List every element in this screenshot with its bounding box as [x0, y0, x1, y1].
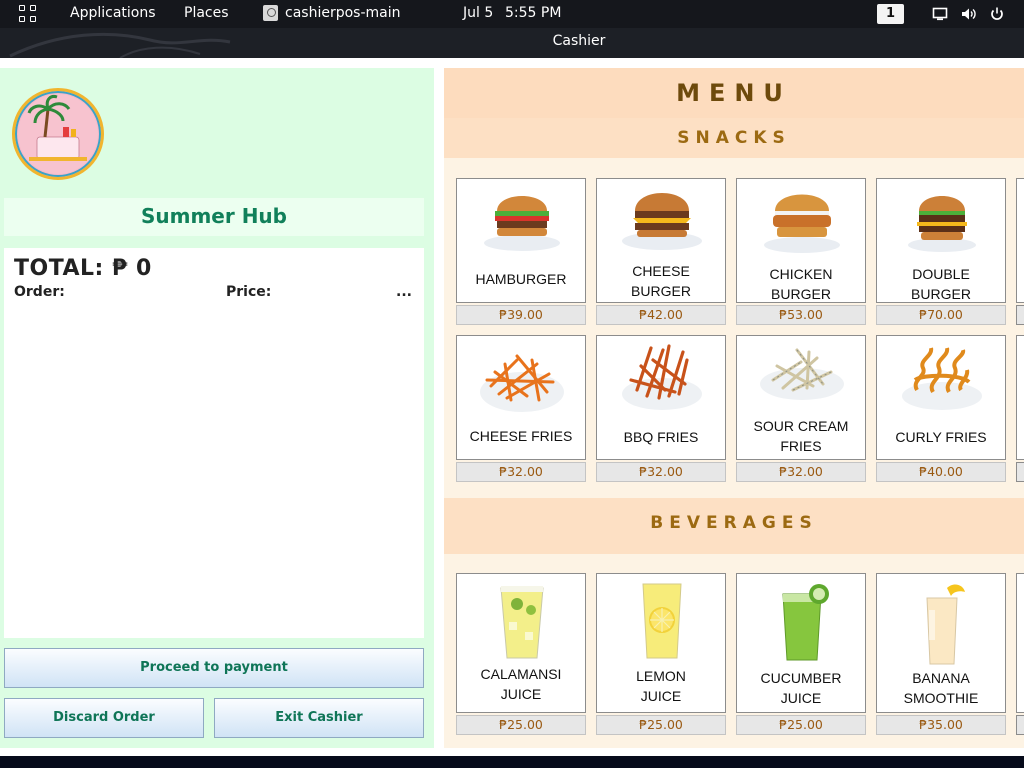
- volume-icon[interactable]: [961, 6, 977, 22]
- item-price: ₱53.00: [736, 305, 866, 325]
- menu-item-sour-cream-fries[interactable]: SOUR CREAM FRIES: [736, 335, 866, 460]
- item-name: SOUR CREAM FRIES: [753, 418, 849, 454]
- item-name: CHICKEN BURGER: [769, 266, 833, 302]
- item-name: CALAMANSI JUICE: [480, 666, 562, 702]
- sour-cream-fries-image-icon: [760, 348, 844, 400]
- item-name: CHEESE BURGER: [631, 263, 691, 299]
- menu-item-partial[interactable]: [1016, 178, 1024, 303]
- order-receipt: TOTAL: ₱ 0 Order: Price: ...: [4, 248, 424, 638]
- price-column-header: Price:: [226, 284, 272, 300]
- cashier-window: Summer Hub TOTAL: ₱ 0 Order: Price: ... …: [0, 58, 1024, 756]
- curly-fries-image-icon: [902, 347, 982, 410]
- calamansi-juice-image-icon: [500, 586, 544, 659]
- item-price: ₱70.00: [876, 305, 1006, 325]
- item-price: ₱39.00: [456, 305, 586, 325]
- menu-item-double-burger[interactable]: DOUBLE BURGER: [876, 178, 1006, 303]
- order-panel: Summer Hub TOTAL: ₱ 0 Order: Price: ... …: [0, 68, 434, 748]
- item-price: ₱40.00: [876, 462, 1006, 482]
- menu-item-partial[interactable]: [1016, 573, 1024, 713]
- item-price: ₱25.00: [456, 715, 586, 735]
- summer-hub-logo: [12, 88, 104, 180]
- hamburger-image-icon: [484, 196, 560, 251]
- order-total: TOTAL: ₱ 0: [14, 256, 152, 281]
- item-price: ₱25.00: [596, 715, 726, 735]
- item-name: CUCUMBER JUICE: [760, 670, 842, 706]
- places-menu[interactable]: Places: [184, 5, 229, 21]
- cheese-burger-image-icon: [622, 193, 702, 250]
- menu-item-bbq-fries[interactable]: BBQ FRIES: [596, 335, 726, 460]
- power-icon[interactable]: [989, 6, 1005, 22]
- clock-date[interactable]: Jul 5: [463, 5, 493, 21]
- proceed-to-payment-button[interactable]: Proceed to payment: [4, 648, 424, 688]
- item-price-partial: [1016, 462, 1024, 482]
- item-price: ₱42.00: [596, 305, 726, 325]
- item-price: ₱32.00: [456, 462, 586, 482]
- active-app-name[interactable]: cashierpos-main: [285, 5, 400, 21]
- order-column-header: Order:: [14, 284, 65, 300]
- item-price-partial: [1016, 305, 1024, 325]
- item-price-partial: [1016, 715, 1024, 735]
- menu-item-chicken-burger[interactable]: CHICKEN BURGER: [736, 178, 866, 303]
- bbq-fries-image-icon: [622, 344, 702, 410]
- item-name: CURLY FRIES: [895, 429, 987, 445]
- item-name: BANANA SMOOTHIE: [903, 670, 979, 706]
- window-title: Cashier: [552, 33, 606, 49]
- bottom-taskbar: [0, 756, 1024, 768]
- chicken-burger-image-icon: [764, 194, 840, 253]
- item-name: DOUBLE BURGER: [911, 266, 971, 302]
- more-column-header: ...: [396, 284, 412, 300]
- menu-item-banana-smoothie[interactable]: BANANA SMOOTHIE: [876, 573, 1006, 713]
- item-price: ₱32.00: [736, 462, 866, 482]
- banana-smoothie-image-icon: [926, 584, 965, 665]
- item-name: HAMBURGER: [475, 271, 567, 287]
- menu-item-curly-fries[interactable]: CURLY FRIES: [876, 335, 1006, 460]
- double-burger-image-icon: [908, 196, 976, 252]
- item-name: CHEESE FRIES: [469, 428, 573, 444]
- cheese-fries-image-icon: [480, 354, 564, 412]
- lemon-juice-image-icon: [642, 583, 682, 659]
- menu-item-cheese-fries[interactable]: CHEESE FRIES: [456, 335, 586, 460]
- cucumber-juice-image-icon: [782, 584, 829, 661]
- menu-item-cucumber-juice[interactable]: CUCUMBER JUICE: [736, 573, 866, 713]
- menu-item-calamansi-juice[interactable]: CALAMANSI JUICE: [456, 573, 586, 713]
- item-name: LEMON JUICE: [636, 668, 686, 704]
- workspace-indicator[interactable]: 1: [877, 4, 904, 24]
- menu-title: MENU: [444, 68, 1024, 118]
- exit-cashier-button[interactable]: Exit Cashier: [214, 698, 424, 738]
- menu-item-cheese-burger[interactable]: CHEESE BURGER: [596, 178, 726, 303]
- system-top-bar: Applications Places cashierpos-main Jul …: [0, 0, 1024, 28]
- screen-icon[interactable]: [932, 6, 948, 22]
- item-price: ₱35.00: [876, 715, 1006, 735]
- discard-order-button[interactable]: Discard Order: [4, 698, 204, 738]
- menu-item-lemon-juice[interactable]: LEMON JUICE: [596, 573, 726, 713]
- shop-name: Summer Hub: [4, 198, 424, 236]
- snacks-section-header: SNACKS: [444, 118, 1024, 158]
- app-grid-icon[interactable]: [19, 5, 38, 24]
- item-name: BBQ FRIES: [623, 429, 699, 445]
- applications-menu[interactable]: Applications: [70, 5, 156, 21]
- menu-item-hamburger[interactable]: HAMBURGER: [456, 178, 586, 303]
- item-price: ₱25.00: [736, 715, 866, 735]
- beverages-section-header: BEVERAGES: [444, 498, 1024, 554]
- clock-time[interactable]: 5:55 PM: [505, 5, 561, 21]
- menu-panel: MENU SNACKS BEVERAGES HAMBURGER ₱39.00 C…: [444, 68, 1024, 748]
- java-app-icon: [263, 5, 278, 21]
- menu-item-partial[interactable]: [1016, 335, 1024, 460]
- item-price: ₱32.00: [596, 462, 726, 482]
- window-title-bar[interactable]: Cashier: [0, 28, 1024, 58]
